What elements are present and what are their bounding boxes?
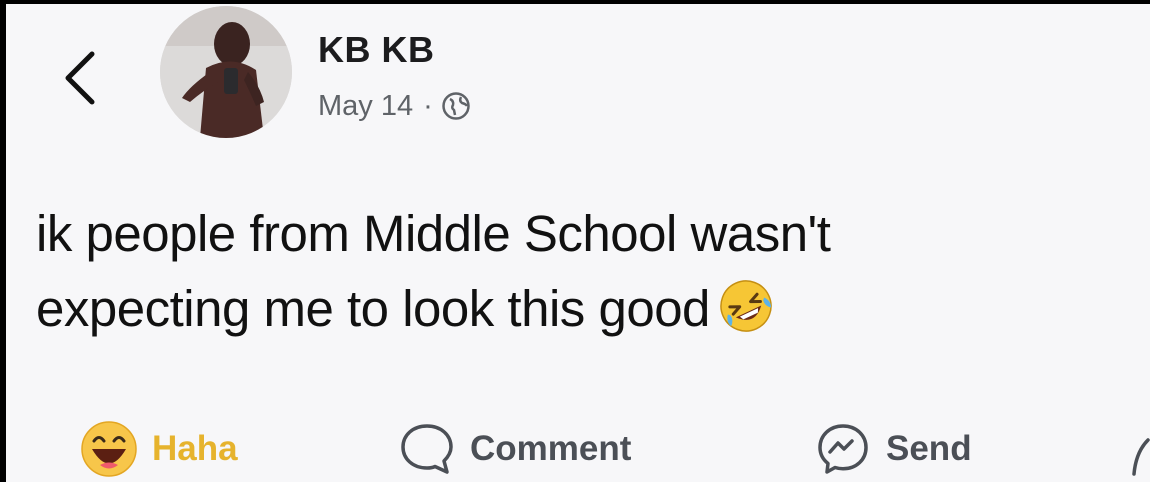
post-text: ik people from Middle School wasn't expe… <box>36 196 1146 346</box>
rolling-laughing-emoji-icon <box>718 278 774 334</box>
post-text-line-2: expecting me to look this good <box>36 271 1146 346</box>
screen: KB KB May 14 · ik people from Middle Sch… <box>0 0 1150 482</box>
post-meta: May 14 · <box>318 88 471 124</box>
send-label: Send <box>886 429 972 468</box>
messenger-icon <box>814 420 872 478</box>
haha-reaction-icon <box>80 420 138 478</box>
chevron-left-icon <box>65 51 95 105</box>
comment-label: Comment <box>470 429 632 468</box>
comment-bubble-icon <box>398 420 456 478</box>
comment-button[interactable]: Comment <box>398 420 631 478</box>
share-icon[interactable] <box>1130 434 1150 482</box>
globe-icon[interactable] <box>441 91 471 121</box>
action-bar: Haha Comment Send <box>6 412 1150 482</box>
send-button[interactable]: Send <box>814 420 972 478</box>
post-text-line-2-text: expecting me to look this good <box>36 280 710 337</box>
author-name[interactable]: KB KB <box>318 30 435 70</box>
back-button[interactable] <box>56 46 104 110</box>
meta-separator: · <box>423 89 433 122</box>
haha-button[interactable]: Haha <box>80 420 238 478</box>
haha-label: Haha <box>152 429 238 468</box>
avatar-photo <box>160 6 292 138</box>
avatar[interactable] <box>160 6 292 138</box>
post-card: KB KB May 14 · ik people from Middle Sch… <box>6 4 1150 482</box>
post-text-line-1: ik people from Middle School wasn't <box>36 205 831 262</box>
post-date[interactable]: May 14 <box>318 90 413 123</box>
